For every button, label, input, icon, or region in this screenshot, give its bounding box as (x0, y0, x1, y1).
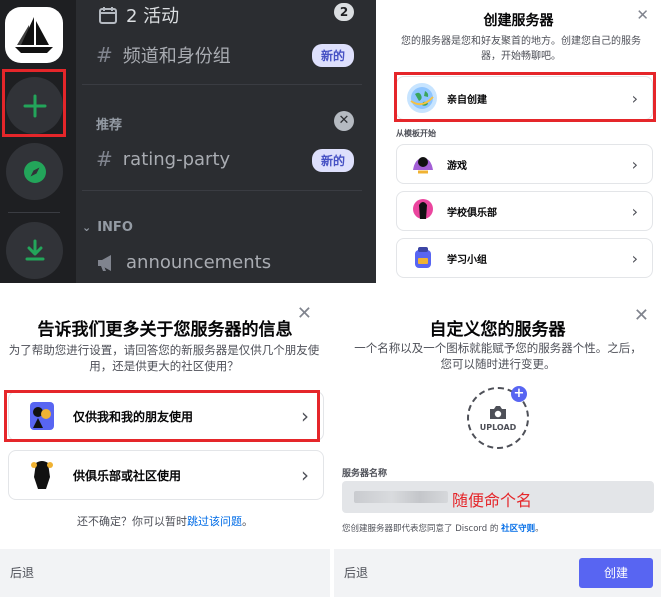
channel-roles-label: 频道和身份组 (122, 46, 231, 67)
events-count-badge: 2 (334, 3, 354, 21)
close-icon[interactable]: ✕ (297, 305, 312, 323)
server-icon-sailboat[interactable] (5, 7, 63, 63)
channel-list: 2 活动 2 # 频道和身份组 新的 推荐 ✕ # rating-party 新… (76, 0, 376, 283)
channel-rating-party[interactable]: # rating-party (96, 147, 230, 171)
channel-roles[interactable]: # 频道和身份组 (96, 42, 231, 68)
rail-divider (8, 212, 60, 213)
info-category[interactable]: ⌄ INFO (82, 220, 133, 235)
template-heading: 从模板开始 (396, 129, 436, 138)
channel-events[interactable]: 2 活动 (98, 2, 179, 28)
server-purpose-subtitle: 为了帮助您进行设置，请回答您的新服务器是仅供几个朋友使用，还是供更大的社区使用？ (8, 343, 320, 373)
customize-server-dialog: 自定义您的服务器 ✕ 一个名称以及一个图标就能赋予您的服务器个性。之后，您可以随… (334, 295, 661, 597)
server-name-label: 服务器名称 (342, 469, 388, 479)
club-community-option[interactable]: 供俱乐部或社区使用 › (8, 450, 324, 500)
new-badge: 新的 (311, 44, 354, 67)
community-icon (23, 456, 61, 494)
server-rail (0, 0, 70, 283)
add-icon[interactable]: + (511, 386, 527, 402)
chevron-down-icon: ⌄ (82, 221, 92, 234)
close-icon[interactable]: ✕ (634, 307, 649, 325)
back-button[interactable]: 后退 (10, 564, 34, 581)
server-purpose-dialog: 告诉我们更多关于您服务器的信息 ✕ 为了帮助您进行设置，请回答您的新服务器是仅供… (0, 295, 330, 597)
customize-title: 自定义您的服务器 (429, 320, 566, 340)
explore-servers-button[interactable] (6, 143, 63, 200)
gaming-icon (409, 150, 437, 178)
unsure-end: 。 (242, 515, 253, 528)
community-guidelines-link[interactable]: 社区守则 (501, 524, 535, 534)
back-button[interactable]: 后退 (344, 564, 368, 581)
highlight-box-friends-only (4, 390, 320, 442)
template-study-group-label: 学习小组 (447, 254, 487, 266)
channel-announcements-label: announcements (126, 252, 272, 273)
club-community-label: 供俱乐部或社区使用 (73, 468, 182, 483)
highlight-box-add-server (2, 69, 66, 137)
server-purpose-title: 告诉我们更多关于您服务器的信息 (37, 320, 293, 340)
study-group-icon (409, 244, 437, 272)
megaphone-icon (98, 254, 111, 271)
server-name-input[interactable]: 随便命个名 (342, 481, 654, 513)
compass-icon (23, 160, 46, 183)
close-icon[interactable]: ✕ (636, 6, 649, 24)
recommended-section-title: 推荐 (96, 118, 123, 133)
calendar-icon (99, 7, 117, 24)
terms-line: 您创建服务器即代表您同意了 Discord 的 社区守则。 (342, 522, 544, 534)
create-server-subtitle: 您的服务器是您和好友聚首的地方。创建您自己的服务器，开始畅聊吧。 (401, 36, 641, 62)
terms-text: 您创建服务器即代表您同意了 Discord 的 (342, 524, 499, 534)
new-badge: 新的 (311, 149, 354, 172)
sailboat-icon (15, 17, 53, 53)
channel-hash-settings-icon: # (96, 43, 113, 67)
template-study-group-option[interactable]: 学习小组 › (396, 238, 653, 278)
channel-rating-party-label: rating-party (122, 148, 231, 170)
school-club-icon (409, 197, 437, 225)
chevron-right-icon: › (631, 201, 638, 221)
template-school-club-option[interactable]: 学校俱乐部 › (396, 191, 653, 231)
create-button[interactable]: 创建 (579, 558, 653, 588)
close-icon[interactable]: ✕ (334, 111, 354, 131)
create-server-dialog: 创建服务器 ✕ 您的服务器是您和好友聚首的地方。创建您自己的服务器，开始畅聊吧。… (376, 0, 661, 283)
template-gaming-label: 游戏 (447, 160, 467, 172)
chevron-right-icon: › (631, 248, 638, 268)
section-divider (82, 84, 362, 85)
name-annotation: 随便命个名 (452, 491, 533, 510)
info-category-label: INFO (97, 220, 133, 235)
unsure-text: 还不确定？你可以暂时 (77, 515, 187, 528)
dialog-footer: 后退 (0, 549, 330, 597)
terms-end: 。 (535, 524, 544, 534)
blurred-name-value (354, 491, 448, 503)
discord-sidebar-panel: 2 活动 2 # 频道和身份组 新的 推荐 ✕ # rating-party 新… (0, 0, 376, 283)
download-apps-button[interactable] (6, 222, 63, 279)
customize-subtitle: 一个名称以及一个图标就能赋予您的服务器个性。之后，您可以随时进行变更。 (354, 341, 642, 371)
download-icon (25, 239, 44, 260)
highlight-box-create-own (394, 72, 656, 122)
template-school-club-label: 学校俱乐部 (447, 207, 497, 219)
channel-announcements[interactable]: announcements (96, 252, 271, 273)
channel-hash-icon: # (96, 147, 113, 171)
unsure-text-line: 还不确定？你可以暂时跳过该问题。 (0, 513, 330, 529)
channel-events-label: 2 活动 (126, 6, 180, 27)
create-server-title: 创建服务器 (483, 13, 554, 29)
section-divider (82, 190, 362, 191)
upload-label: UPLOAD (479, 422, 517, 432)
screenshot-collage: 2 活动 2 # 频道和身份组 新的 推荐 ✕ # rating-party 新… (0, 0, 661, 597)
chevron-right-icon: › (301, 463, 309, 487)
chevron-right-icon: › (631, 154, 638, 174)
skip-question-link[interactable]: 跳过该问题 (187, 515, 242, 528)
dialog-footer: 后退 创建 (334, 549, 661, 597)
camera-icon (490, 405, 506, 419)
template-gaming-option[interactable]: 游戏 › (396, 144, 653, 184)
